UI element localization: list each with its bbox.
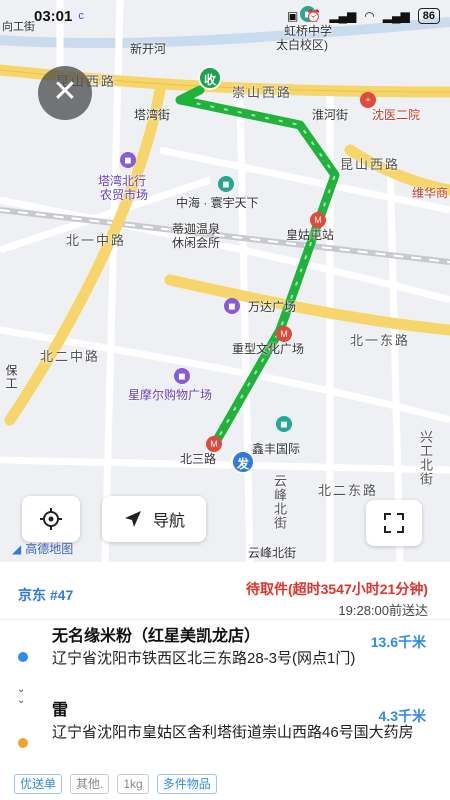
- status-bar: 向工街 03:01 c ▣ ⏰ ▂▄▆ ◠ ▂▄▆ 86: [0, 0, 450, 33]
- subway-station-icon-2: M: [276, 326, 292, 342]
- fullscreen-button[interactable]: [366, 500, 422, 546]
- subway-station-icon-3: M: [206, 436, 222, 452]
- map-label-xinfeng: 鑫丰国际: [252, 442, 301, 456]
- close-map-button[interactable]: ✕: [38, 66, 92, 120]
- battery-icon: 86: [417, 8, 440, 24]
- map-label-spa-2: 休闲会所: [172, 236, 221, 250]
- wifi-icon: ◠: [364, 9, 375, 23]
- map-label-xinggong: 兴工北街: [418, 430, 433, 486]
- expand-icon: [384, 513, 404, 533]
- map-label-xingmoer: 星摩尔购物广场: [128, 388, 213, 402]
- route-map[interactable]: ◼ ◼ M ◼ M ◼ ◼ M + ◼ 新开河 昆山西路 塔湾街 崇山西路 淮河…: [0, 0, 450, 562]
- order-header: 京东 #47 待取件(超时3547小时21分钟) 19:28:00前送达: [0, 562, 450, 620]
- map-label-baogong: 保工: [4, 364, 18, 390]
- amap-arrow-icon: ◢: [12, 541, 22, 556]
- signal-icon: ▂▄▆: [329, 9, 357, 23]
- mall-poi-icon: ◼: [224, 298, 240, 314]
- dropoff-distance: 4.3千米: [378, 708, 426, 724]
- status-icons: ▣ ⏰ ▂▄▆ ◠ ▂▄▆ 86: [287, 8, 440, 24]
- tag-category: 其他.: [70, 774, 110, 794]
- carrier-icon: c: [78, 10, 84, 22]
- map-label-market-2: 农贸市场: [100, 188, 149, 202]
- order-panel[interactable]: 京东 #47 待取件(超时3547小时21分钟) 19:28:00前送达 无名缘…: [0, 562, 450, 800]
- map-label-tawan: 塔湾街: [134, 108, 171, 122]
- map-label-yunfeng: 云峰北街: [272, 474, 287, 530]
- dropoff-dot-icon: [18, 738, 28, 748]
- order-status: 待取件(超时3547小时21分钟): [245, 581, 428, 597]
- map-label-beiyi-zhong: 北一中路: [66, 233, 127, 248]
- hospital-poi-icon: +: [360, 92, 376, 108]
- tag-multi-item: 多件物品: [156, 774, 217, 794]
- status-time: 03:01: [34, 7, 73, 25]
- tower-poi-icon: ◼: [276, 416, 292, 432]
- target-icon: [40, 508, 62, 530]
- map-label-beier-dong: 北二东路: [318, 483, 379, 498]
- map-label-weihua: 维华商: [412, 186, 449, 200]
- order-tags: 优送单 其他. 1kg 多件物品: [14, 774, 217, 794]
- amap-logo: ◢ 高德地图: [12, 540, 73, 557]
- dropoff-stop[interactable]: 雷 4.3千米 辽宁省沈阳市皇姑区舍利塔街道崇山西路46号国大药房: [0, 700, 450, 770]
- amap-logo-text: 高德地图: [25, 542, 74, 556]
- map-label-huanggutun: 皇姑屯站: [286, 228, 335, 242]
- order-deadline: 19:28:00前送达: [338, 603, 428, 618]
- map-label-hospital: 沈医二院: [372, 108, 421, 122]
- tag-weight: 1kg: [117, 774, 149, 794]
- locate-me-button[interactable]: [22, 496, 80, 542]
- map-label-beier-zhong: 北二中路: [40, 349, 101, 364]
- map-label-zhonghai: 中海 · 寰宇天下: [176, 196, 259, 210]
- dropoff-name: 雷: [52, 702, 69, 719]
- navigate-label: 导航: [152, 513, 185, 530]
- market-poi-icon: ◼: [120, 152, 136, 168]
- tag-priority: 优送单: [14, 774, 63, 794]
- map-label-school-2: 太白校区): [276, 38, 328, 52]
- map-label-zhongxing: 重型文化广场: [232, 342, 305, 356]
- map-label-beiyi-dong: 北一东路: [350, 333, 411, 348]
- dropoff-address: 辽宁省沈阳市皇姑区舍利塔街道崇山西路46号国大药房: [52, 724, 414, 741]
- app-screen: ◼ ◼ M ◼ M ◼ ◼ M + ◼ 新开河 昆山西路 塔湾街 崇山西路 淮河…: [0, 0, 450, 800]
- map-label-chongshan: 崇山西路: [232, 85, 293, 100]
- pickup-stop[interactable]: 无名缘米粉（红星美凯龙店） 13.6千米 辽宁省沈阳市铁西区北三东路28-3号(…: [0, 626, 450, 702]
- map-label-beisan: 北三路: [180, 452, 217, 466]
- status-left-label: 向工街: [2, 21, 35, 33]
- map-label-kunshan-right: 昆山西路: [340, 157, 401, 172]
- signal-icon-2: ▂▄▆: [382, 9, 410, 23]
- alarm-icon: ⏰: [306, 9, 322, 23]
- shopping-poi-icon: ◼: [174, 368, 190, 384]
- pickup-dot-icon: [18, 652, 28, 662]
- map-label-wanda: 万达广场: [248, 300, 297, 314]
- map-label-market: 塔湾北行: [98, 174, 147, 188]
- delivery-marker[interactable]: 发: [231, 450, 255, 474]
- navigation-arrow-icon: [124, 511, 141, 527]
- nfc-icon: ▣: [287, 9, 299, 23]
- subway-station-icon: M: [310, 212, 326, 228]
- close-icon: ✕: [52, 75, 78, 108]
- map-label-spa: 蒂迦温泉: [172, 222, 221, 236]
- navigate-button[interactable]: 导航: [102, 496, 206, 542]
- map-label-xinkaihe: 新开河: [130, 42, 167, 56]
- building-poi-icon: ◼: [218, 176, 234, 192]
- order-number: 京东 #47: [18, 587, 74, 603]
- pickup-marker[interactable]: 收: [198, 66, 222, 90]
- map-label-huaihe: 淮河街: [312, 108, 349, 122]
- pickup-distance: 13.6千米: [370, 634, 426, 650]
- map-label-yunfeng-beijie: 云峰北街: [248, 546, 297, 560]
